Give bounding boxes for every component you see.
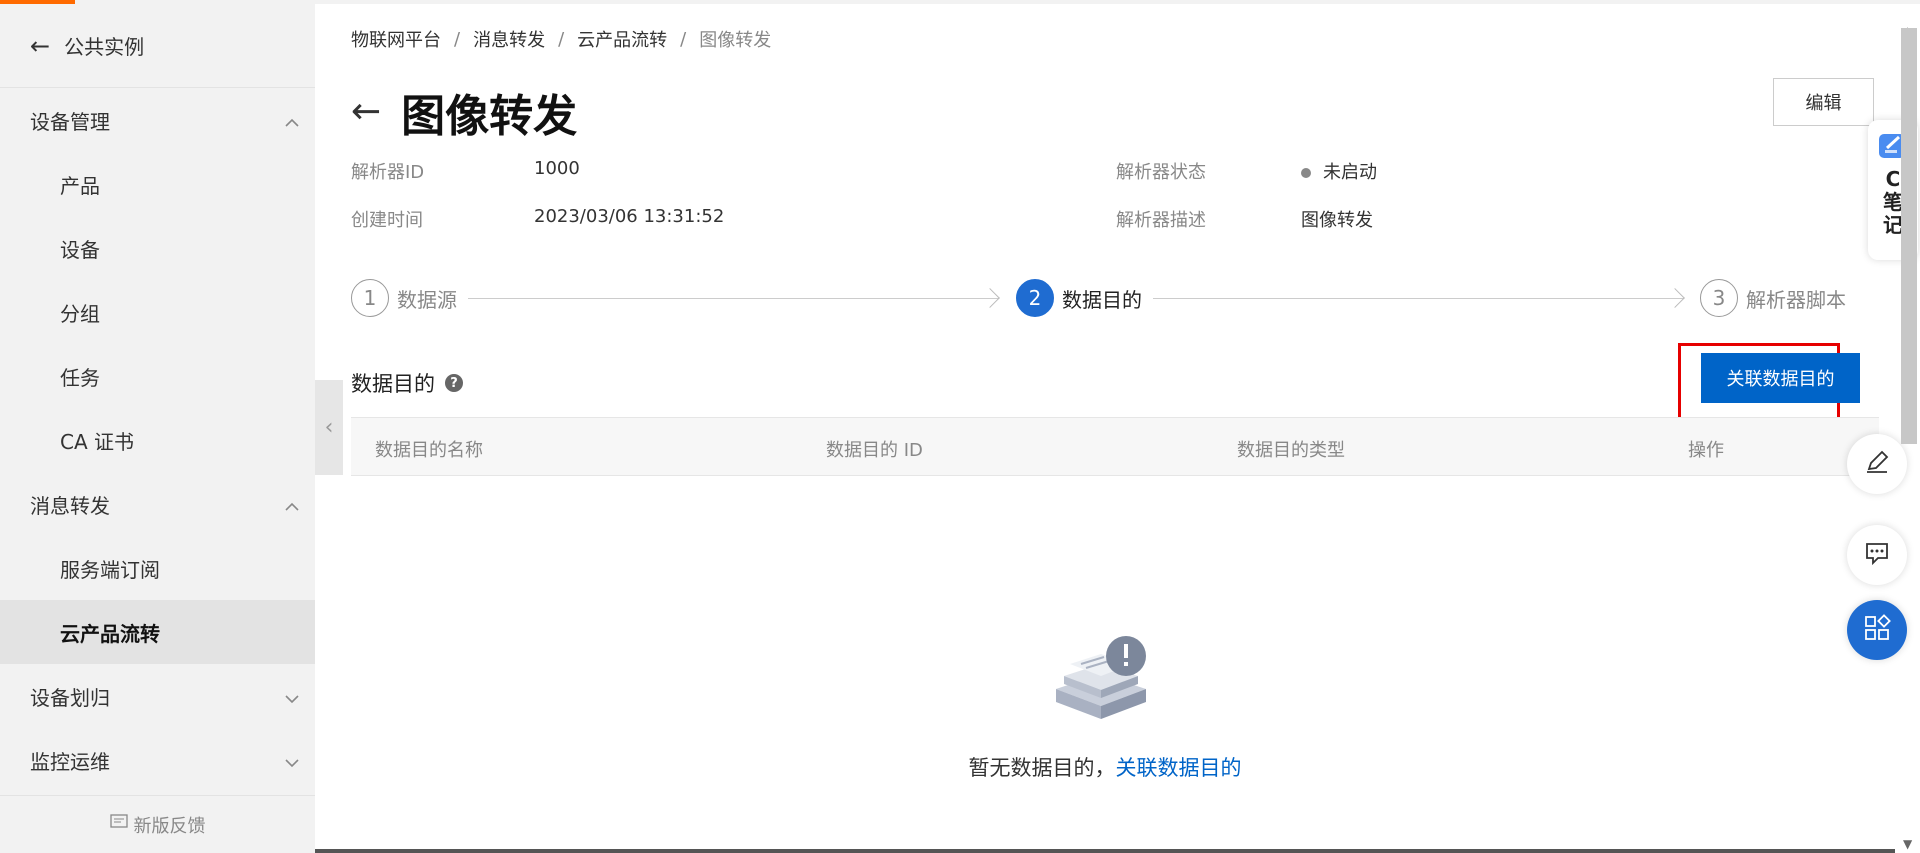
info-created: 创建时间 xyxy=(351,206,423,232)
info-desc-value: 图像转发 xyxy=(1301,206,1373,232)
chevron-down-icon xyxy=(283,753,299,768)
step-label: 数据源 xyxy=(397,287,457,312)
chat-icon xyxy=(1863,539,1891,571)
item-label: CA 证书 xyxy=(60,429,135,454)
info-label: 解析器描述 xyxy=(1116,210,1206,231)
info-parser-id-value: 1000 xyxy=(534,158,580,179)
step-label: 解析器脚本 xyxy=(1746,287,1846,312)
info-desc: 解析器描述 xyxy=(1116,206,1206,232)
info-created-value: 2023/03/06 13:31:52 xyxy=(534,206,724,227)
breadcrumb-item-iot-platform[interactable]: 物联网平台 xyxy=(351,26,441,52)
edit-button[interactable]: 编辑 xyxy=(1773,78,1874,126)
breadcrumb-separator: / xyxy=(680,28,687,50)
breadcrumb: 物联网平台 / 消息转发 / 云产品流转 / 图像转发 xyxy=(351,26,771,52)
sidebar-item-group[interactable]: 分组 xyxy=(0,280,315,344)
item-label: 任务 xyxy=(60,365,100,390)
step-arrow-icon xyxy=(1665,288,1685,308)
item-label: 产品 xyxy=(60,173,100,198)
status-badge: 未启动 xyxy=(1323,162,1377,183)
group-label: 消息转发 xyxy=(30,493,110,518)
back-label: 公共实例 xyxy=(64,35,145,59)
step-connector xyxy=(1153,298,1684,299)
info-status: 解析器状态 xyxy=(1116,158,1206,184)
sidebar-group-device-management[interactable]: 设备管理 xyxy=(0,88,315,152)
feedback-label: 新版反馈 xyxy=(133,815,206,837)
info-parser-id: 解析器ID xyxy=(351,158,424,184)
group-label: 设备管理 xyxy=(30,109,110,134)
step-label: 数据目的 xyxy=(1062,287,1142,312)
page-title: 图像转发 xyxy=(401,91,578,142)
step-parser-script[interactable]: 3 解析器脚本 xyxy=(1700,279,1846,317)
column-header-name: 数据目的名称 xyxy=(375,440,483,461)
info-value: 图像转发 xyxy=(1301,210,1373,231)
table-header: 数据目的名称 数据目的 ID 数据目的类型 操作 xyxy=(351,417,1879,476)
column-header-type: 数据目的类型 xyxy=(1237,440,1345,461)
new-version-feedback[interactable]: 新版反馈 xyxy=(0,795,315,853)
step-data-source[interactable]: 1 数据源 xyxy=(351,279,457,317)
group-label: 监控运维 xyxy=(30,749,110,774)
help-icon[interactable]: ? xyxy=(445,374,463,392)
sidebar-item-device[interactable]: 设备 xyxy=(0,216,315,280)
group-label: 设备划归 xyxy=(30,685,110,710)
apps-grid-icon xyxy=(1862,613,1892,647)
sidebar-group-message-forwarding[interactable]: 消息转发 xyxy=(0,472,315,536)
info-value: 1000 xyxy=(534,158,580,179)
sidebar-item-ca-cert[interactable]: CA 证书 xyxy=(0,408,315,472)
link-data-destination-button[interactable]: 关联数据目的 xyxy=(1701,353,1860,403)
sidebar-nav: 设备管理 产品 设备 分组 任务 CA 证书 消息转发 服务端订阅 云产品流转 … xyxy=(0,88,315,792)
step-number: 3 xyxy=(1700,279,1738,317)
scroll-down-icon[interactable]: ▼ xyxy=(1903,837,1912,851)
breadcrumb-item-current: 图像转发 xyxy=(699,30,772,51)
feedback-icon xyxy=(109,814,128,835)
main-content: 物联网平台 / 消息转发 / 云产品流转 / 图像转发 ← 图像转发 编辑 解析… xyxy=(315,4,1895,853)
sidebar-group-device-assignment[interactable]: 设备划归 xyxy=(0,664,315,728)
item-label: 服务端订阅 xyxy=(60,557,160,582)
status-dot-icon xyxy=(1301,168,1311,178)
section-title-text: 数据目的 xyxy=(351,372,435,396)
item-label: 设备 xyxy=(60,237,100,262)
pencil-icon xyxy=(1863,448,1891,480)
info-label: 创建时间 xyxy=(351,210,423,231)
section-title: 数据目的 ? xyxy=(351,368,463,398)
info-status-value: 未启动 xyxy=(1301,158,1377,184)
step-arrow-icon xyxy=(980,288,1000,308)
info-label: 解析器状态 xyxy=(1116,162,1206,183)
step-number: 2 xyxy=(1016,279,1054,317)
empty-link-data-destination[interactable]: 关联数据目的 xyxy=(1116,756,1242,780)
info-label: 解析器ID xyxy=(351,162,425,183)
breadcrumb-separator: / xyxy=(558,28,565,50)
column-header-actions: 操作 xyxy=(1688,440,1724,461)
step-connector xyxy=(468,298,999,299)
step-number: 1 xyxy=(351,279,389,317)
arrow-left-icon: ← xyxy=(30,31,51,60)
sidebar-item-task[interactable]: 任务 xyxy=(0,344,315,408)
chevron-down-icon xyxy=(283,689,299,704)
empty-text: 暂无数据目的， xyxy=(968,756,1116,780)
vertical-scrollbar[interactable]: ▲ ▼ xyxy=(1898,24,1920,853)
column-header-id: 数据目的 ID xyxy=(826,440,923,461)
breadcrumb-item-message-forwarding[interactable]: 消息转发 xyxy=(473,26,545,52)
item-label: 云产品流转 xyxy=(60,621,160,646)
page-header: ← 图像转发 xyxy=(351,80,577,144)
empty-state-message: 暂无数据目的，关联数据目的 xyxy=(315,752,1895,782)
sidebar: ← 公共实例 设备管理 产品 设备 分组 任务 CA 证书 消息转发 服务端订阅… xyxy=(0,4,315,853)
info-value: 2023/03/06 13:31:52 xyxy=(534,206,725,227)
empty-box-icon xyxy=(1046,634,1156,729)
back-to-public-instance[interactable]: ← 公共实例 xyxy=(0,4,315,88)
chevron-up-icon xyxy=(283,113,299,127)
sidebar-item-product[interactable]: 产品 xyxy=(0,152,315,216)
sidebar-item-cloud-product-flow[interactable]: 云产品流转 xyxy=(0,600,315,664)
step-data-destination[interactable]: 2 数据目的 xyxy=(1016,279,1142,317)
chevron-up-icon xyxy=(283,497,299,511)
scrollbar-thumb[interactable] xyxy=(1901,28,1917,444)
sidebar-group-monitoring-ops[interactable]: 监控运维 xyxy=(0,728,315,792)
item-label: 分组 xyxy=(60,301,100,326)
breadcrumb-separator: / xyxy=(454,28,461,50)
breadcrumb-item-cloud-product-flow[interactable]: 云产品流转 xyxy=(577,26,667,52)
back-arrow-icon[interactable]: ← xyxy=(351,94,381,130)
sidebar-item-server-subscription[interactable]: 服务端订阅 xyxy=(0,536,315,600)
bottom-border xyxy=(315,849,1895,853)
